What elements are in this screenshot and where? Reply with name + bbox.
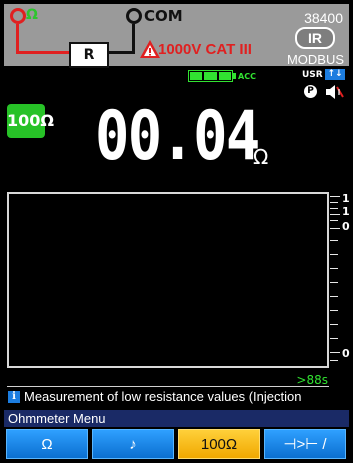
range-100-ohm-softkey[interactable]: 100Ω (178, 429, 260, 459)
scale-label: 1 (342, 192, 350, 205)
graph-divider (7, 386, 329, 387)
scale-label: 1 (342, 205, 350, 218)
scale-tick (330, 202, 338, 203)
time-label: >88s (296, 373, 328, 387)
resistor-symbol: R (69, 42, 109, 68)
info-bar: i Measurement of low resistance values (… (4, 389, 349, 405)
scale-tick (330, 352, 340, 353)
usr-transfer-icon: ↑↓ (325, 69, 345, 80)
meter-screen: Ω COM R 1000V CAT III 38400 IR MODBUS AC… (0, 0, 353, 463)
battery-icon (188, 70, 233, 82)
connection-diagram-bar: Ω COM R 1000V CAT III 38400 IR MODBUS (4, 4, 349, 68)
scale-tick (330, 208, 338, 209)
acc-label: ACC (238, 72, 256, 81)
scale-tick (330, 360, 338, 361)
main-reading-unit: Ω (253, 145, 269, 169)
usr-label: USR (302, 70, 323, 80)
menu-title: Ohmmeter Menu (8, 411, 106, 426)
scale-label: 0 (342, 220, 350, 233)
ohm-terminal-label: Ω (26, 7, 38, 23)
battery-cell (204, 72, 217, 80)
red-wire-vertical (16, 24, 19, 54)
scale-tick (330, 228, 340, 229)
red-wire-horizontal (16, 51, 71, 54)
battery-cell (218, 72, 231, 80)
scale-tick (330, 268, 338, 269)
info-text: Measurement of low resistance values (In… (24, 389, 302, 404)
p-icon: P (304, 85, 317, 98)
modbus-label: MODBUS (286, 52, 344, 67)
scale-tick (330, 282, 338, 283)
scale-tick (330, 220, 338, 221)
scale-tick (330, 310, 338, 311)
model-number: 38400 (304, 10, 343, 26)
speaker-mute-icon (326, 85, 344, 99)
info-icon: i (8, 391, 20, 403)
scale-tick (330, 324, 338, 325)
ohm-terminal-icon (10, 8, 26, 24)
scale-label: 0 (342, 347, 350, 360)
continuity-softkey[interactable]: ♪ (92, 429, 174, 459)
diode-softkey[interactable]: ⊣>⊢ / ⊣>⊢ (264, 429, 346, 459)
scale-tick (330, 240, 338, 241)
battery-cell (190, 72, 203, 80)
scale-tick (330, 338, 338, 339)
main-reading-value: 00.04 (95, 97, 260, 176)
scale-tick (330, 214, 340, 215)
scale-tick (330, 196, 340, 197)
ohm-softkey[interactable]: Ω (6, 429, 88, 459)
battery-tip (233, 73, 236, 79)
graph-scale: 1 1 0 0 (330, 192, 350, 368)
menu-title-bar: Ohmmeter Menu (4, 410, 349, 427)
category-rating-label: 1000V CAT III (158, 41, 252, 58)
com-terminal-icon (126, 8, 142, 24)
black-wire-horizontal (105, 51, 135, 54)
range-badge: 100Ω (7, 104, 54, 138)
ir-badge: IR (295, 27, 335, 49)
softkey-row: Ω ♪ 100Ω ⊣>⊢ / ⊣>⊢ (4, 429, 349, 459)
scale-tick (330, 296, 338, 297)
scale-tick (330, 254, 338, 255)
com-terminal-label: COM (144, 7, 183, 25)
trend-graph (7, 192, 329, 368)
black-wire-vertical (132, 24, 135, 54)
